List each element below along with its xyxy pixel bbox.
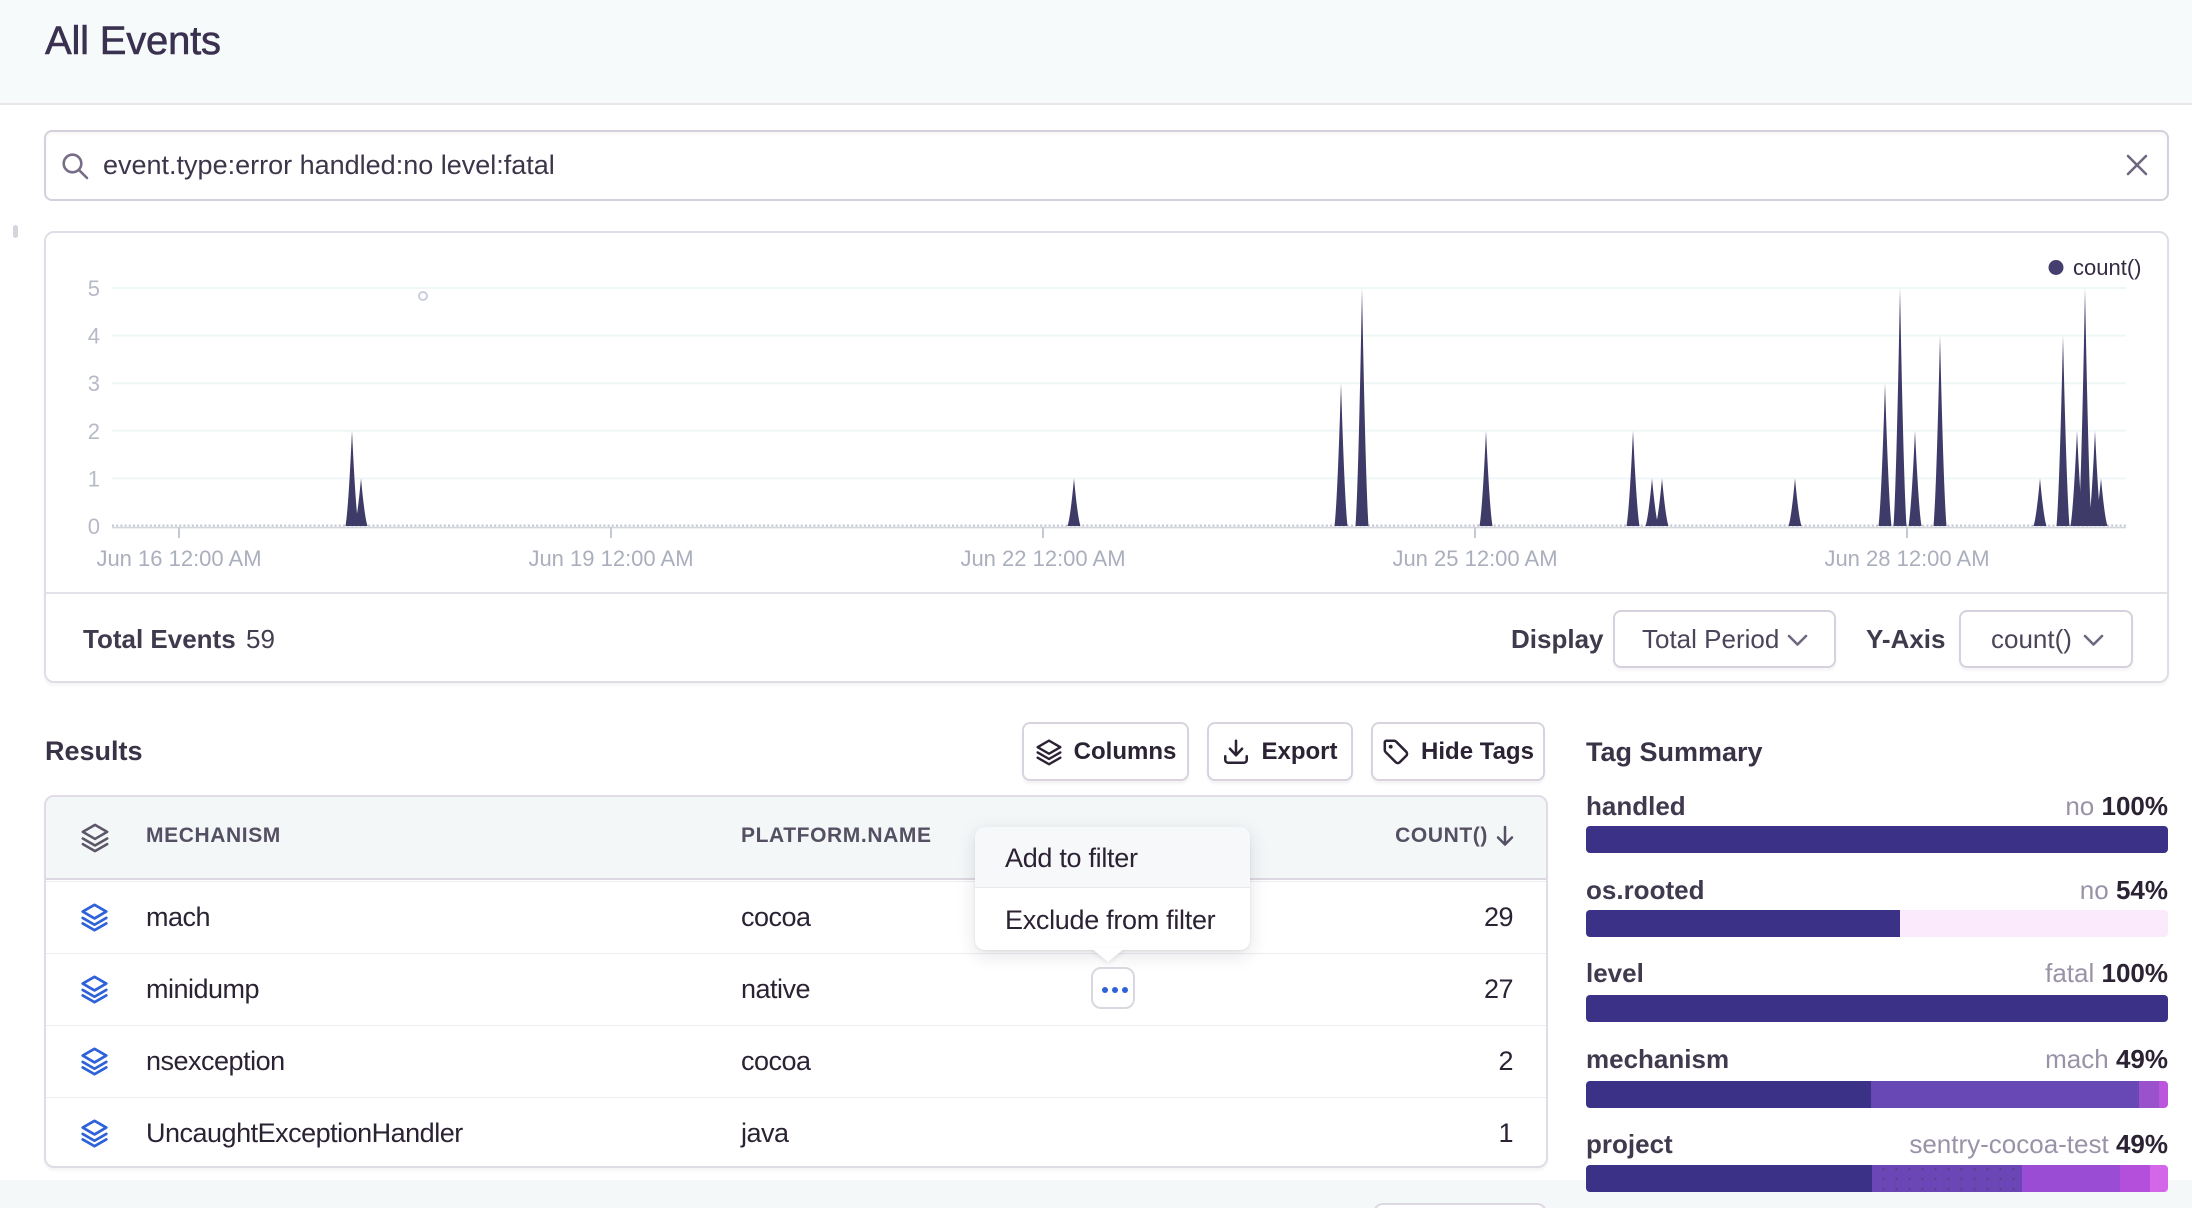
svg-text:Jun 22 12:00 AM: Jun 22 12:00 AM (960, 546, 1125, 571)
svg-text:Jun 25 12:00 AM: Jun 25 12:00 AM (1392, 546, 1557, 571)
svg-text:Jun 28 12:00 AM: Jun 28 12:00 AM (1824, 546, 1989, 571)
svg-text:Jun 16 12:00 AM: Jun 16 12:00 AM (96, 546, 261, 571)
svg-text:count(): count() (2073, 255, 2141, 280)
svg-text:1: 1 (88, 466, 100, 491)
svg-text:2: 2 (88, 419, 100, 444)
svg-text:5: 5 (88, 276, 100, 301)
svg-text:4: 4 (88, 324, 100, 349)
svg-text:Jun 19 12:00 AM: Jun 19 12:00 AM (528, 546, 693, 571)
svg-text:0: 0 (88, 514, 100, 539)
svg-text:3: 3 (88, 371, 100, 396)
